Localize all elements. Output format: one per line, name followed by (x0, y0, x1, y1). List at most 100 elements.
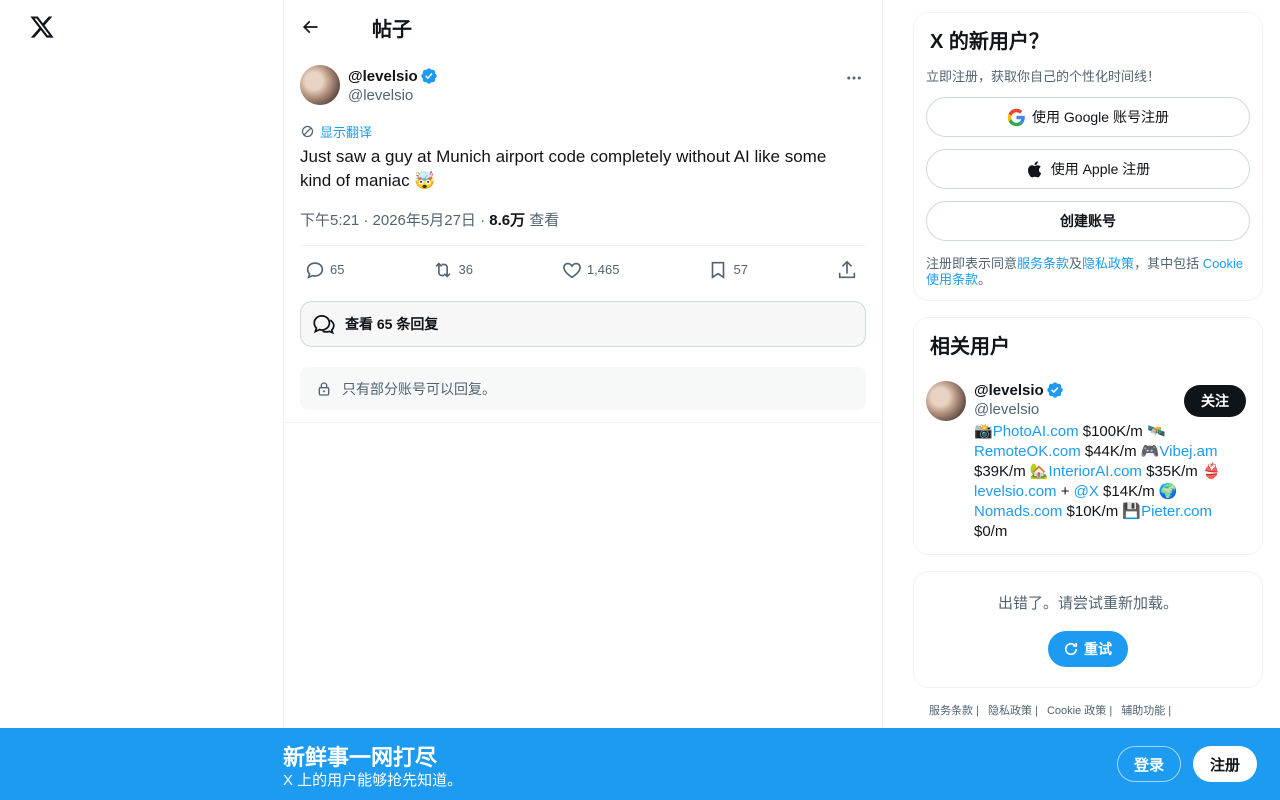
bio-text: $10K/m 💾 (1062, 503, 1142, 520)
tweet: @levelsio @levelsio 显示翻译 Just saw a guy … (284, 54, 882, 423)
error-card: 出错了。请尝试重新加载。 重试 (913, 571, 1263, 688)
terms-of-service-link[interactable]: 服务条款 (1017, 256, 1069, 271)
main-column: 帖子 @levelsio @levelsio 显示翻译 Just saw a g… (284, 0, 883, 800)
share-icon (838, 260, 856, 278)
reply-restriction-notice: 只有部分账号可以回复。 (300, 367, 866, 410)
retweet-icon (436, 261, 451, 278)
bio-text: + (1056, 483, 1074, 500)
related-users-title: 相关用户 (930, 336, 1010, 358)
terms-end: 。 (978, 272, 992, 287)
retry-label: 重试 (1084, 641, 1112, 657)
bio-text: $0/m (974, 523, 1008, 540)
author-handle[interactable]: @levelsio (348, 87, 438, 104)
bio-link[interactable]: Nomads.com (974, 503, 1062, 520)
views-label: 查看 (525, 212, 560, 229)
terms-and: 及 (1069, 256, 1083, 271)
reply-button[interactable]: 65 (304, 259, 344, 281)
footer-link[interactable]: 服务条款 | (929, 705, 979, 717)
heart-icon (563, 262, 581, 278)
reply-icon (306, 261, 324, 279)
verified-badge-icon (1046, 382, 1063, 398)
bio-text: $39K/m 🏡 (974, 463, 1049, 480)
reply-count: 65 (330, 262, 345, 277)
tweet-actions: 65 36 1,465 57 (300, 245, 866, 293)
share-button[interactable] (836, 259, 862, 281)
like-button[interactable]: 1,465 (561, 259, 620, 281)
footer-link[interactable]: Cookie 政策 | (1047, 705, 1112, 717)
apple-signup-button[interactable]: 使用 Apple 注册 (926, 149, 1250, 189)
bio-text: $44K/m 🎮 (1080, 443, 1160, 460)
retweet-button[interactable]: 36 (432, 259, 473, 281)
like-count: 1,465 (586, 262, 620, 277)
apple-signup-label: 使用 Apple 注册 (1050, 161, 1151, 177)
signup-title: X 的新用户？ (930, 31, 1049, 53)
error-message: 出错了。请尝试重新加载。 (997, 595, 1178, 612)
bio-link[interactable]: Pieter.com (1141, 503, 1212, 520)
avatar[interactable] (300, 65, 340, 105)
lock-icon (318, 381, 330, 396)
signup-button[interactable]: 注册 (1193, 746, 1257, 782)
x-logo-icon[interactable] (29, 14, 55, 40)
apple-icon (1027, 160, 1041, 177)
signup-banner: 新鲜事一网打尽 X 上的用户能够抢先知道。 登录 注册 (0, 728, 1280, 800)
left-nav (0, 0, 284, 800)
footer-link[interactable]: 隐私政策 | (988, 705, 1038, 717)
top-bar: 帖子 (284, 0, 882, 54)
page-title: 帖子 (372, 18, 412, 41)
create-account-button[interactable]: 创建账号 (926, 201, 1250, 241)
tweet-text: Just saw a guy at Munich airport code co… (300, 147, 827, 190)
translate-icon (301, 125, 314, 138)
bio-text: 📸 (974, 423, 993, 440)
bookmark-icon (712, 261, 725, 279)
bio-text: $35K/m 👙 (1141, 463, 1221, 480)
tweet-time[interactable]: 下午5:21 · 2026年5月27日 · (300, 212, 489, 229)
related-user-name[interactable]: @levelsio (974, 382, 1044, 399)
related-user-bio: 📸PhotoAI.com $100K/m 🛰️ RemoteOK.com $44… (974, 422, 1236, 542)
tweet-meta: 下午5:21 · 2026年5月27日 · 8.6万 查看 (300, 209, 866, 229)
signup-card: X 的新用户？ 立即注册，获取你自己的个性化时间线！ 使用 Google 账号注… (913, 12, 1263, 301)
view-replies-button[interactable]: 查看 65 条回复 (300, 301, 866, 347)
tweet-author: @levelsio @levelsio (300, 65, 866, 105)
view-replies-label: 查看 65 条回复 (345, 316, 439, 332)
privacy-policy-link[interactable]: 隐私政策 (1082, 256, 1134, 271)
views-count: 8.6万 (489, 212, 526, 229)
footer-links: 服务条款 | 隐私政策 | Cookie 政策 | 辅助功能 | (913, 702, 1263, 718)
terms-prefix: 注册即表示同意 (926, 256, 1018, 271)
banner-subtitle: X 上的用户能够抢先知道。 (283, 772, 463, 789)
bio-link[interactable]: InteriorAI.com (1049, 463, 1142, 480)
bio-link[interactable]: levelsio.com (974, 483, 1057, 500)
related-users-card: 相关用户 @levelsio @levelsio 📸PhotoAI.com $1… (913, 317, 1263, 555)
right-sidebar: X 的新用户？ 立即注册，获取你自己的个性化时间线！ 使用 Google 账号注… (913, 12, 1263, 718)
retry-button[interactable]: 重试 (1048, 631, 1128, 667)
avatar[interactable] (926, 381, 966, 421)
related-user[interactable]: @levelsio @levelsio 📸PhotoAI.com $100K/m… (926, 381, 1250, 542)
google-icon (1007, 108, 1025, 126)
bio-link[interactable]: PhotoAI.com (993, 423, 1079, 440)
translate-label: 显示翻译 (320, 125, 373, 140)
author-display-name[interactable]: @levelsio (348, 68, 418, 85)
banner-title: 新鲜事一网打尽 (283, 745, 438, 770)
bio-text: $14K/m 🌍 (1098, 483, 1178, 500)
login-button[interactable]: 登录 (1117, 746, 1181, 782)
bio-link[interactable]: @X (1074, 483, 1099, 500)
footer-link[interactable]: 辅助功能 | (1121, 705, 1171, 717)
bio-text: $100K/m 🛰️ (1078, 423, 1166, 440)
bookmark-count: 57 (733, 262, 748, 277)
conversation-icon (313, 315, 335, 335)
retweet-count: 36 (458, 262, 473, 277)
refresh-icon (1064, 642, 1078, 656)
reply-restriction-text: 只有部分账号可以回复。 (342, 380, 496, 397)
terms-mid: ，其中包括 (1134, 256, 1203, 271)
google-signup-label: 使用 Google 账号注册 (1032, 109, 1169, 125)
translate-link[interactable]: 显示翻译 (300, 122, 866, 141)
back-arrow-icon[interactable] (300, 17, 320, 37)
signup-subtitle: 立即注册，获取你自己的个性化时间线！ (926, 69, 1161, 84)
verified-badge-icon (420, 68, 437, 84)
bookmark-button[interactable]: 57 (707, 259, 748, 281)
signup-terms: 注册即表示同意服务条款及隐私政策，其中包括 Cookie 使用条款。 (926, 256, 1250, 288)
google-signup-button[interactable]: 使用 Google 账号注册 (926, 97, 1250, 137)
follow-button[interactable]: 关注 (1184, 385, 1246, 417)
more-options-icon[interactable] (844, 68, 864, 88)
bio-link[interactable]: Vibej.am (1159, 443, 1217, 460)
bio-link[interactable]: RemoteOK.com (974, 443, 1081, 460)
